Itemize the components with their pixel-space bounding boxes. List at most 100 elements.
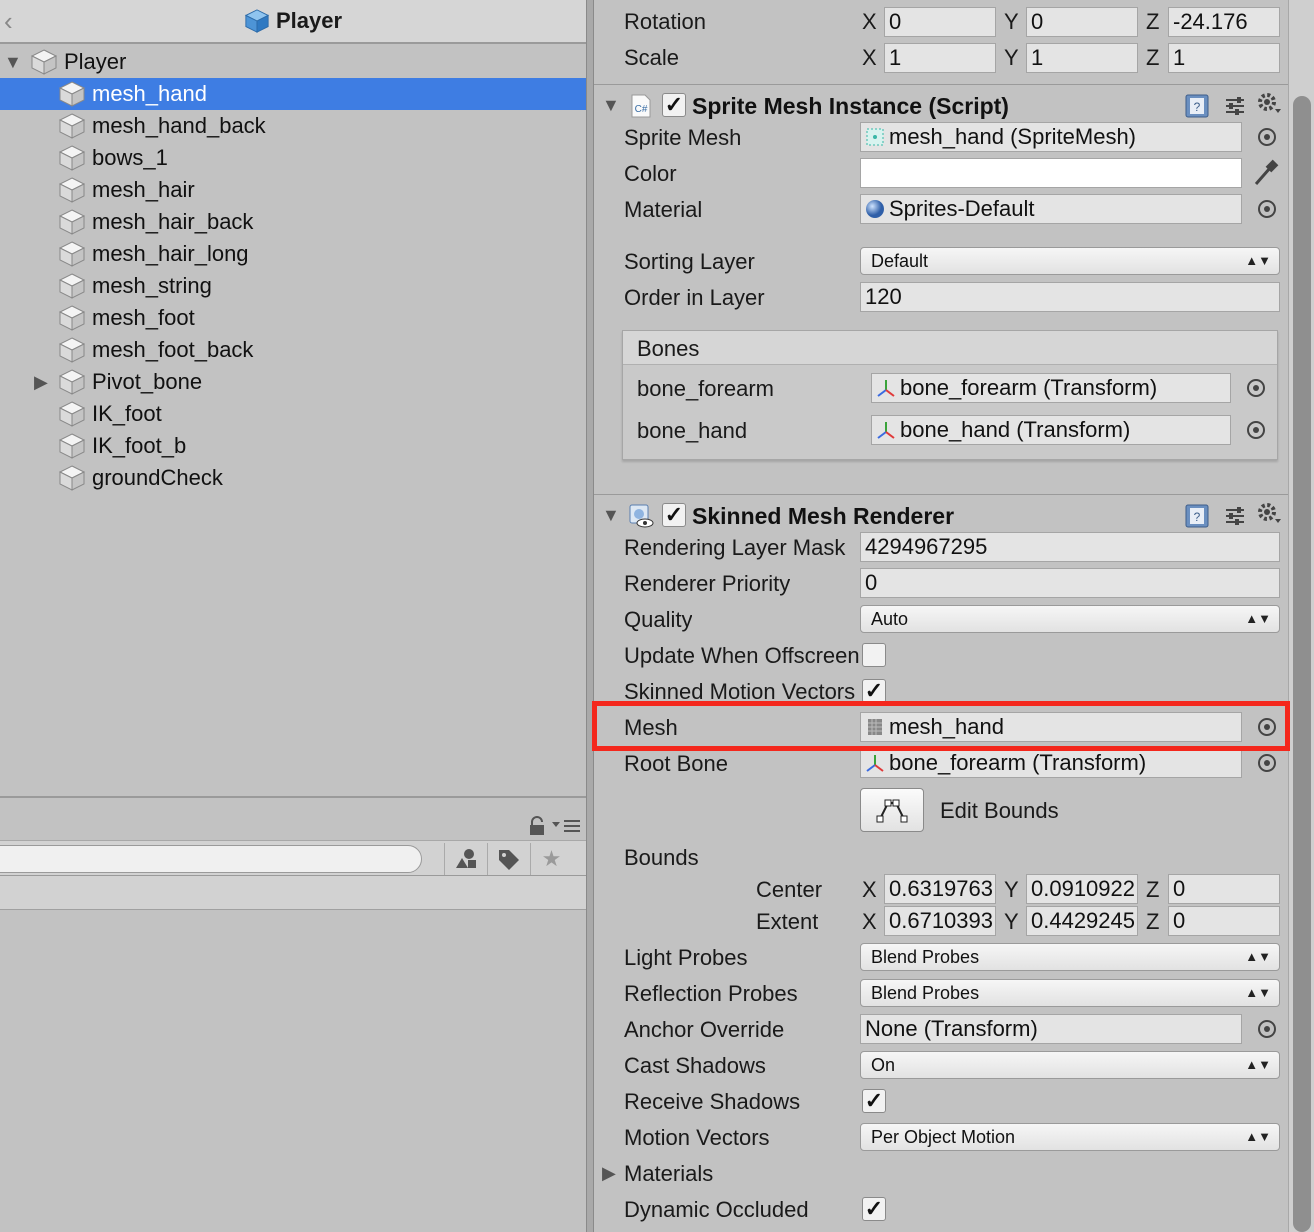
- center-y-field[interactable]: 0.0910922: [1026, 874, 1138, 904]
- color-swatch-field[interactable]: [860, 158, 1242, 188]
- prefab-cube-icon: [244, 9, 270, 33]
- lock-icon[interactable]: [528, 816, 546, 836]
- extent-x-axis[interactable]: X: [862, 909, 877, 935]
- reflection-probes-dropdown[interactable]: Blend Probes ▲▼: [860, 979, 1280, 1007]
- help-book-icon[interactable]: [1184, 93, 1210, 119]
- tree-item[interactable]: mesh_foot_back: [0, 334, 586, 366]
- tree-item[interactable]: mesh_hair: [0, 174, 586, 206]
- bone-value: bone_forearm (Transform): [900, 375, 1158, 400]
- favorites-button[interactable]: ★: [530, 843, 572, 875]
- tree-item[interactable]: mesh_string: [0, 270, 586, 302]
- tree-item[interactable]: IK_foot_b: [0, 430, 586, 462]
- order-in-layer-field[interactable]: 120: [860, 282, 1280, 312]
- filter-by-label-button[interactable]: [487, 843, 529, 875]
- light-probes-dropdown[interactable]: Blend Probes ▲▼: [860, 943, 1280, 971]
- panel-menu-icon[interactable]: [552, 818, 580, 834]
- skinned-motion-vectors-checkbox[interactable]: ✓: [862, 679, 886, 703]
- sprite-mesh-instance-header[interactable]: ▼ C# ✓ Sprite Mesh Instance (Script): [594, 84, 1288, 124]
- anchor-override-field[interactable]: None (Transform): [860, 1014, 1242, 1044]
- object-picker-icon[interactable]: [1258, 200, 1276, 218]
- scrollbar-thumb[interactable]: [1293, 96, 1311, 1232]
- tree-item[interactable]: mesh_hand_back: [0, 110, 586, 142]
- rotation-y-axis[interactable]: Y: [1004, 9, 1019, 35]
- rotation-z-field[interactable]: -24.176: [1168, 7, 1280, 37]
- dynamic-occluded-checkbox[interactable]: ✓: [862, 1197, 886, 1221]
- material-field[interactable]: Sprites-Default: [860, 194, 1242, 224]
- scale-y-field[interactable]: 1: [1026, 43, 1138, 73]
- bone-hand-field[interactable]: bone_hand (Transform): [871, 415, 1231, 445]
- scale-y-axis[interactable]: Y: [1004, 45, 1019, 71]
- light-probes-label: Light Probes: [624, 945, 748, 970]
- fold-right-icon[interactable]: ▶: [602, 1163, 616, 1184]
- center-y-axis[interactable]: Y: [1004, 877, 1019, 903]
- extent-y-field[interactable]: 0.4429245: [1026, 906, 1138, 936]
- gear-icon[interactable]: [1256, 501, 1282, 527]
- object-picker-icon[interactable]: [1247, 379, 1265, 397]
- tree-item-label: mesh_hair_long: [92, 241, 249, 266]
- scale-x-axis[interactable]: X: [862, 45, 877, 71]
- reflection-probes-value: Blend Probes: [871, 983, 980, 1003]
- extent-y-axis[interactable]: Y: [1004, 909, 1019, 935]
- bone-forearm-field[interactable]: bone_forearm (Transform): [871, 373, 1231, 403]
- cast-shadows-value: On: [871, 1055, 896, 1075]
- fold-down-icon[interactable]: ▼: [602, 505, 620, 526]
- extent-x-field[interactable]: 0.6710393: [884, 906, 996, 936]
- tree-item[interactable]: mesh_hair_back: [0, 206, 586, 238]
- object-picker-icon[interactable]: [1247, 421, 1265, 439]
- enabled-checkbox[interactable]: ✓: [662, 93, 686, 117]
- center-x-field[interactable]: 0.6319763: [884, 874, 996, 904]
- receive-shadows-checkbox[interactable]: ✓: [862, 1089, 886, 1113]
- center-z-field[interactable]: 0: [1168, 874, 1280, 904]
- tree-item[interactable]: IK_foot: [0, 398, 586, 430]
- quality-dropdown[interactable]: Auto ▲▼: [860, 605, 1280, 633]
- tree-item[interactable]: mesh_hand: [0, 78, 586, 110]
- rotation-x-axis[interactable]: X: [862, 9, 877, 35]
- presets-icon[interactable]: [1222, 503, 1248, 529]
- extent-z-field[interactable]: 0: [1168, 906, 1280, 936]
- tree-item[interactable]: ▶ Pivot_bone: [0, 366, 586, 398]
- object-picker-icon[interactable]: [1258, 754, 1276, 772]
- scale-z-axis[interactable]: Z: [1146, 45, 1159, 71]
- panel-splitter[interactable]: [586, 0, 594, 1232]
- search-input[interactable]: [0, 845, 422, 873]
- rendering-layer-mask-field[interactable]: 4294967295: [860, 532, 1280, 562]
- expand-right-icon[interactable]: ▶: [34, 373, 52, 391]
- skinned-mesh-renderer-header[interactable]: ▼ ✓ Skinned Mesh Renderer: [594, 494, 1288, 534]
- tree-item[interactable]: bows_1: [0, 142, 586, 174]
- fold-down-icon[interactable]: ▼: [602, 95, 620, 116]
- eyedropper-icon[interactable]: [1250, 158, 1280, 188]
- filter-by-type-button[interactable]: [444, 843, 486, 875]
- back-arrow-icon[interactable]: ‹: [4, 6, 24, 36]
- edit-bounds-button[interactable]: [860, 788, 924, 832]
- object-picker-icon[interactable]: [1258, 1020, 1276, 1038]
- tree-item[interactable]: mesh_foot: [0, 302, 586, 334]
- materials-label[interactable]: Materials: [624, 1161, 713, 1187]
- rotation-x-field[interactable]: 0: [884, 7, 996, 37]
- tree-root-row[interactable]: ▼ Player: [0, 46, 586, 78]
- scale-x-field[interactable]: 1: [884, 43, 996, 73]
- help-book-icon[interactable]: [1184, 503, 1210, 529]
- enabled-checkbox[interactable]: ✓: [662, 503, 686, 527]
- sprite-mesh-field[interactable]: mesh_hand (SpriteMesh): [860, 122, 1242, 152]
- tree-item[interactable]: mesh_hair_long: [0, 238, 586, 270]
- tree-item[interactable]: groundCheck: [0, 462, 586, 494]
- update-when-offscreen-checkbox[interactable]: [862, 643, 886, 667]
- inspector-scrollbar[interactable]: [1288, 0, 1314, 1232]
- sorting-layer-dropdown[interactable]: Default ▲▼: [860, 247, 1280, 275]
- rotation-y-field[interactable]: 0: [1026, 7, 1138, 37]
- tree-item-label: IK_foot_b: [92, 433, 187, 458]
- extent-z-axis[interactable]: Z: [1146, 909, 1159, 935]
- center-z-axis[interactable]: Z: [1146, 877, 1159, 903]
- center-x-axis[interactable]: X: [862, 877, 877, 903]
- root-bone-field[interactable]: bone_forearm (Transform): [860, 748, 1242, 778]
- cast-shadows-dropdown[interactable]: On ▲▼: [860, 1051, 1280, 1079]
- scale-z-field[interactable]: 1: [1168, 43, 1280, 73]
- gear-icon[interactable]: [1256, 91, 1282, 117]
- object-picker-icon[interactable]: [1258, 128, 1276, 146]
- presets-icon[interactable]: [1222, 93, 1248, 119]
- motion-vectors-dropdown[interactable]: Per Object Motion ▲▼: [860, 1123, 1280, 1151]
- renderer-priority-field[interactable]: 0: [860, 568, 1280, 598]
- rotation-z-axis[interactable]: Z: [1146, 9, 1159, 35]
- expand-down-icon[interactable]: ▼: [4, 53, 22, 71]
- bones-list: Bones bone_forearm bone_forearm (Transfo…: [622, 330, 1278, 460]
